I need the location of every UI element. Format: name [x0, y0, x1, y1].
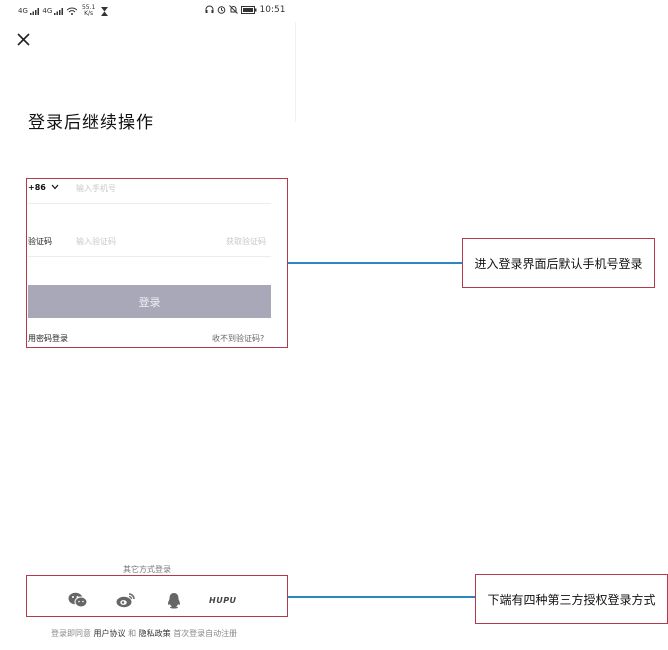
annotation-connector-1	[288, 262, 463, 264]
wifi-icon	[66, 7, 78, 15]
qq-icon	[168, 592, 180, 608]
phone-input[interactable]	[76, 183, 271, 193]
signal-icon-2	[54, 7, 64, 15]
hourglass-icon	[100, 6, 108, 16]
user-agreement-link[interactable]: 用户协议	[94, 629, 126, 638]
weibo-icon	[116, 593, 135, 608]
phone-divider	[28, 203, 271, 204]
country-code-selector[interactable]: +86	[28, 183, 59, 192]
privacy-policy-link[interactable]: 隐私政策	[139, 629, 171, 638]
password-login-link[interactable]: 用密码登录	[28, 333, 68, 344]
agreement-text: 登录即同意 用户协议 和 隐私政策 首次登录自动注册	[51, 628, 237, 639]
status-time: 10:51	[259, 5, 286, 15]
no-code-link[interactable]: 收不到验证码?	[212, 333, 264, 344]
weibo-login-button[interactable]	[116, 590, 136, 610]
status-bar-left: 4G 4G 55.1 K/s	[18, 5, 108, 17]
code-input[interactable]	[76, 236, 206, 246]
close-icon	[17, 33, 30, 46]
code-label: 验证码	[28, 237, 52, 246]
mute-icon	[228, 5, 238, 14]
vertical-divider	[295, 22, 296, 122]
chevron-down-icon	[51, 184, 59, 190]
net-speed-unit: K/s	[84, 10, 94, 17]
get-code-button[interactable]: 获取验证码	[226, 236, 266, 247]
hupu-login-button[interactable]: HUPU	[209, 590, 237, 610]
signal-label-2: 4G	[42, 7, 53, 15]
wechat-icon	[68, 592, 88, 608]
country-code-label: +86	[28, 183, 46, 192]
close-button[interactable]	[14, 30, 34, 50]
signal-label: 4G	[18, 7, 28, 15]
page-title: 登录后继续操作	[28, 113, 154, 133]
agreement-suffix: 首次登录自动注册	[173, 629, 238, 638]
annotation-social-note: 下端有四种第三方授权登录方式	[475, 574, 668, 624]
login-button[interactable]: 登录	[28, 285, 271, 318]
headphones-icon	[205, 5, 214, 13]
hupu-icon: HUPU	[209, 595, 237, 605]
wechat-login-button[interactable]	[68, 590, 88, 610]
code-divider	[28, 256, 271, 257]
agreement-and: 和	[128, 629, 137, 638]
agreement-prefix: 登录即同意	[51, 629, 91, 638]
alarm-icon	[217, 6, 226, 14]
status-bar-right: 10:51	[205, 5, 285, 15]
signal-icon	[30, 7, 40, 15]
annotation-form-note: 进入登录界面后默认手机号登录	[462, 238, 655, 288]
annotation-connector-2	[288, 596, 476, 598]
qq-login-button[interactable]	[164, 590, 184, 610]
battery-icon	[240, 5, 257, 14]
other-login-label: 其它方式登录	[123, 565, 171, 574]
social-login-highlight	[26, 575, 288, 617]
